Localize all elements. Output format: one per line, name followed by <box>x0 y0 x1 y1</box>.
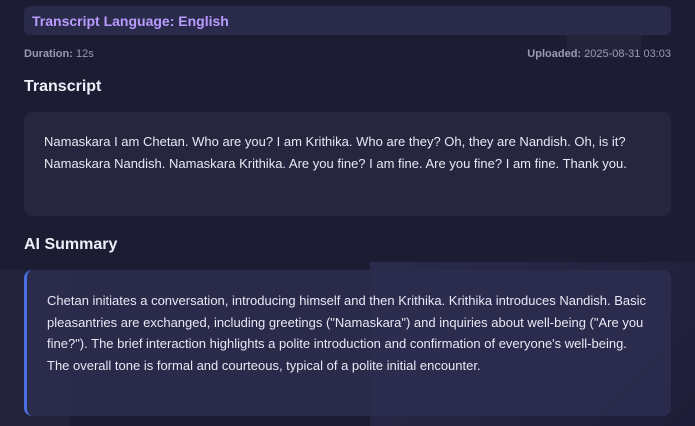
uploaded-info: Uploaded: 2025-08-31 03:03 <box>527 48 671 62</box>
duration-value: 12s <box>75 48 94 60</box>
transcript-heading: Transcript <box>24 78 102 95</box>
meta-row: Duration: 12s Uploaded: 2025-08-31 03:03 <box>24 48 671 62</box>
ai-summary-text: Chetan initiates a conversation, introdu… <box>47 293 647 373</box>
ai-summary-card: Chetan initiates a conversation, introdu… <box>24 270 671 416</box>
ai-summary-heading: AI Summary <box>24 236 118 253</box>
uploaded-value: 2025-08-31 03:03 <box>584 48 671 60</box>
uploaded-label: Uploaded: <box>527 48 582 60</box>
duration-info: Duration: 12s <box>24 48 94 62</box>
transcript-language-label: Transcript Language: English <box>32 12 229 29</box>
transcript-card: Namaskara I am Chetan. Who are you? I am… <box>24 112 671 216</box>
transcript-language-banner: Transcript Language: English <box>24 6 671 35</box>
transcript-text: Namaskara I am Chetan. Who are you? I am… <box>44 134 627 171</box>
duration-label: Duration: <box>24 48 73 60</box>
